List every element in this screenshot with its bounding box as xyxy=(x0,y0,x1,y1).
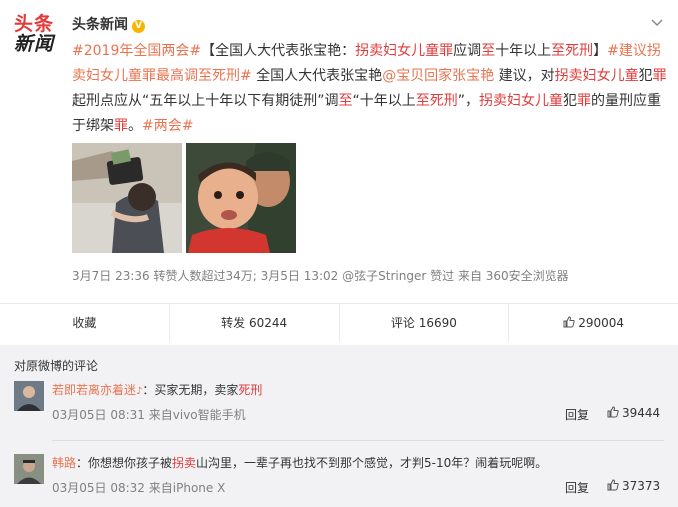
thumbs-up-icon xyxy=(607,479,619,491)
post-text-segment: 十年以上 xyxy=(495,43,552,59)
reply-button[interactable]: 回复 xyxy=(565,406,589,423)
thumbs-up-icon xyxy=(607,406,619,418)
logo-line-2: 新闻 xyxy=(14,33,55,55)
favorite-button[interactable]: 收藏 xyxy=(0,304,170,342)
comment-keyword-highlight: 拐卖 xyxy=(172,456,197,470)
comment-source: 来自iPhone X xyxy=(148,481,226,495)
keyword-highlight: 罪 xyxy=(577,93,592,109)
comment-button[interactable]: 评论 16690 xyxy=(340,304,510,342)
liked-label: 赞过 xyxy=(430,269,455,283)
post-text-segment: 。 xyxy=(128,118,142,134)
comment-like-count: 39444 xyxy=(622,406,661,420)
comment-meta: 03月05日 08:32 来自iPhone X xyxy=(52,479,225,496)
comment-time: 03月05日 08:32 xyxy=(52,481,145,495)
commenter-name[interactable]: 韩路 xyxy=(52,456,76,470)
post-text-segment: 犯 xyxy=(563,93,578,109)
comment-body: 韩路：你想想你孩子被拐卖山沟里，一辈子再也找不到那个感觉，才判5-10年？闹着玩… xyxy=(52,454,547,471)
post-text-segment: 全国人大代表张宝艳 xyxy=(251,68,383,84)
author-name[interactable]: 头条新闻 xyxy=(72,17,128,33)
comment-meta: 03月05日 08:31 来自vivo智能手机 xyxy=(52,406,246,423)
comment-text: 山沟里，一辈子再也找不到那个感觉，才判5-10年？闹着玩呢啊。 xyxy=(196,456,548,470)
comment-text: ：你想想你孩子被 xyxy=(76,456,173,470)
hashtag-link[interactable]: #2019年全国两会# xyxy=(72,43,201,59)
author-name-row: 头条新闻 V xyxy=(72,14,145,34)
weibo-post-card: 头条 新闻 头条新闻 V #2019年全国两会#【全国人大代表张宝艳：拐卖妇女儿童… xyxy=(0,0,678,345)
post-text-segment: 建议，对 xyxy=(494,68,555,84)
comment-like-button[interactable]: 37373 xyxy=(607,479,660,493)
keyword-highlight: 罪 xyxy=(652,68,667,84)
hashtag-link[interactable]: #两会# xyxy=(142,118,193,134)
comments-section: 对原微博的评论 若即若离亦着迷♪：买家无期，卖家死刑 03月05日 08:31 … xyxy=(0,349,678,507)
chevron-down-icon[interactable] xyxy=(650,15,664,29)
like-count: 290004 xyxy=(578,316,625,330)
logo-line-1: 头条 xyxy=(14,13,55,35)
keyword-highlight: 至 xyxy=(338,93,353,109)
commenter-avatar[interactable] xyxy=(14,454,44,484)
keyword-highlight: 至死刑 xyxy=(415,93,458,109)
comment-body: 若即若离亦着迷♪：买家无期，卖家死刑 xyxy=(52,381,262,398)
comments-header: 对原微博的评论 xyxy=(14,359,99,373)
post-text-segment: “十年以上 xyxy=(352,93,416,109)
post-text-segment: 【全国人大代表张宝艳： xyxy=(201,43,356,59)
like-button[interactable]: 290004 xyxy=(509,304,678,342)
comment-like-count: 37373 xyxy=(622,479,661,493)
keyword-highlight: 拐卖妇女儿童 xyxy=(554,68,639,84)
comment-label: 评论 16690 xyxy=(390,316,457,330)
verified-badge-icon: V xyxy=(132,20,145,33)
comment-time: 03月05日 08:31 xyxy=(52,408,145,422)
reply-button[interactable]: 回复 xyxy=(565,479,589,496)
post-text-segment: 应调 xyxy=(453,43,482,59)
post-meta: 3月7日 23:36 转赞人数超过34万; 3月5日 13:02 @弦子Stri… xyxy=(72,267,569,284)
commenter-avatar[interactable] xyxy=(14,381,44,411)
repost-button[interactable]: 转发 60244 xyxy=(170,304,340,342)
post-image-money-handover[interactable] xyxy=(72,143,182,253)
post-source: 来自 360安全浏览器 xyxy=(457,269,569,283)
commenter-name[interactable]: 若即若离亦着迷 xyxy=(52,383,136,397)
repost-info: 转赞人数超过34万; 3月5日 13:02 xyxy=(153,269,339,283)
keyword-highlight: 拐卖妇女儿童罪 xyxy=(355,43,454,59)
action-bar: 收藏 转发 60244 评论 16690 290004 xyxy=(0,303,678,342)
comment-text: ：买家无期，卖家 xyxy=(142,383,239,397)
keyword-highlight: 至 xyxy=(481,43,496,59)
comment-source: 来自vivo智能手机 xyxy=(148,408,246,422)
comment-keyword-highlight: 死刑 xyxy=(238,383,263,397)
post-text: #2019年全国两会#【全国人大代表张宝艳：拐卖妇女儿童罪应调至十年以上至死刑】… xyxy=(72,39,668,139)
thumbs-up-icon xyxy=(563,316,575,328)
post-image-rescued-child[interactable] xyxy=(186,143,296,253)
repost-label: 转发 60244 xyxy=(221,316,288,330)
keyword-highlight: 拐卖妇女儿童 xyxy=(479,93,564,109)
favorite-label: 收藏 xyxy=(72,316,97,330)
post-time[interactable]: 3月7日 23:36 xyxy=(72,269,150,283)
via-user[interactable]: @弦子Stringer xyxy=(342,269,426,283)
comment-divider xyxy=(52,440,664,441)
post-text-segment: ”， xyxy=(457,93,480,109)
comment-like-button[interactable]: 39444 xyxy=(607,406,660,420)
keyword-highlight: 至死刑 xyxy=(551,43,594,59)
keyword-highlight: 罪 xyxy=(114,118,128,134)
author-avatar-logo[interactable]: 头条 新闻 xyxy=(14,14,58,58)
post-text-segment: 犯 xyxy=(638,68,653,84)
post-text-segment: 起刑点应从“五年以上十年以下有期徒刑”调 xyxy=(72,93,339,109)
post-text-segment: 】 xyxy=(593,43,608,59)
mention-link[interactable]: @宝贝回家张宝艳 xyxy=(382,68,494,84)
